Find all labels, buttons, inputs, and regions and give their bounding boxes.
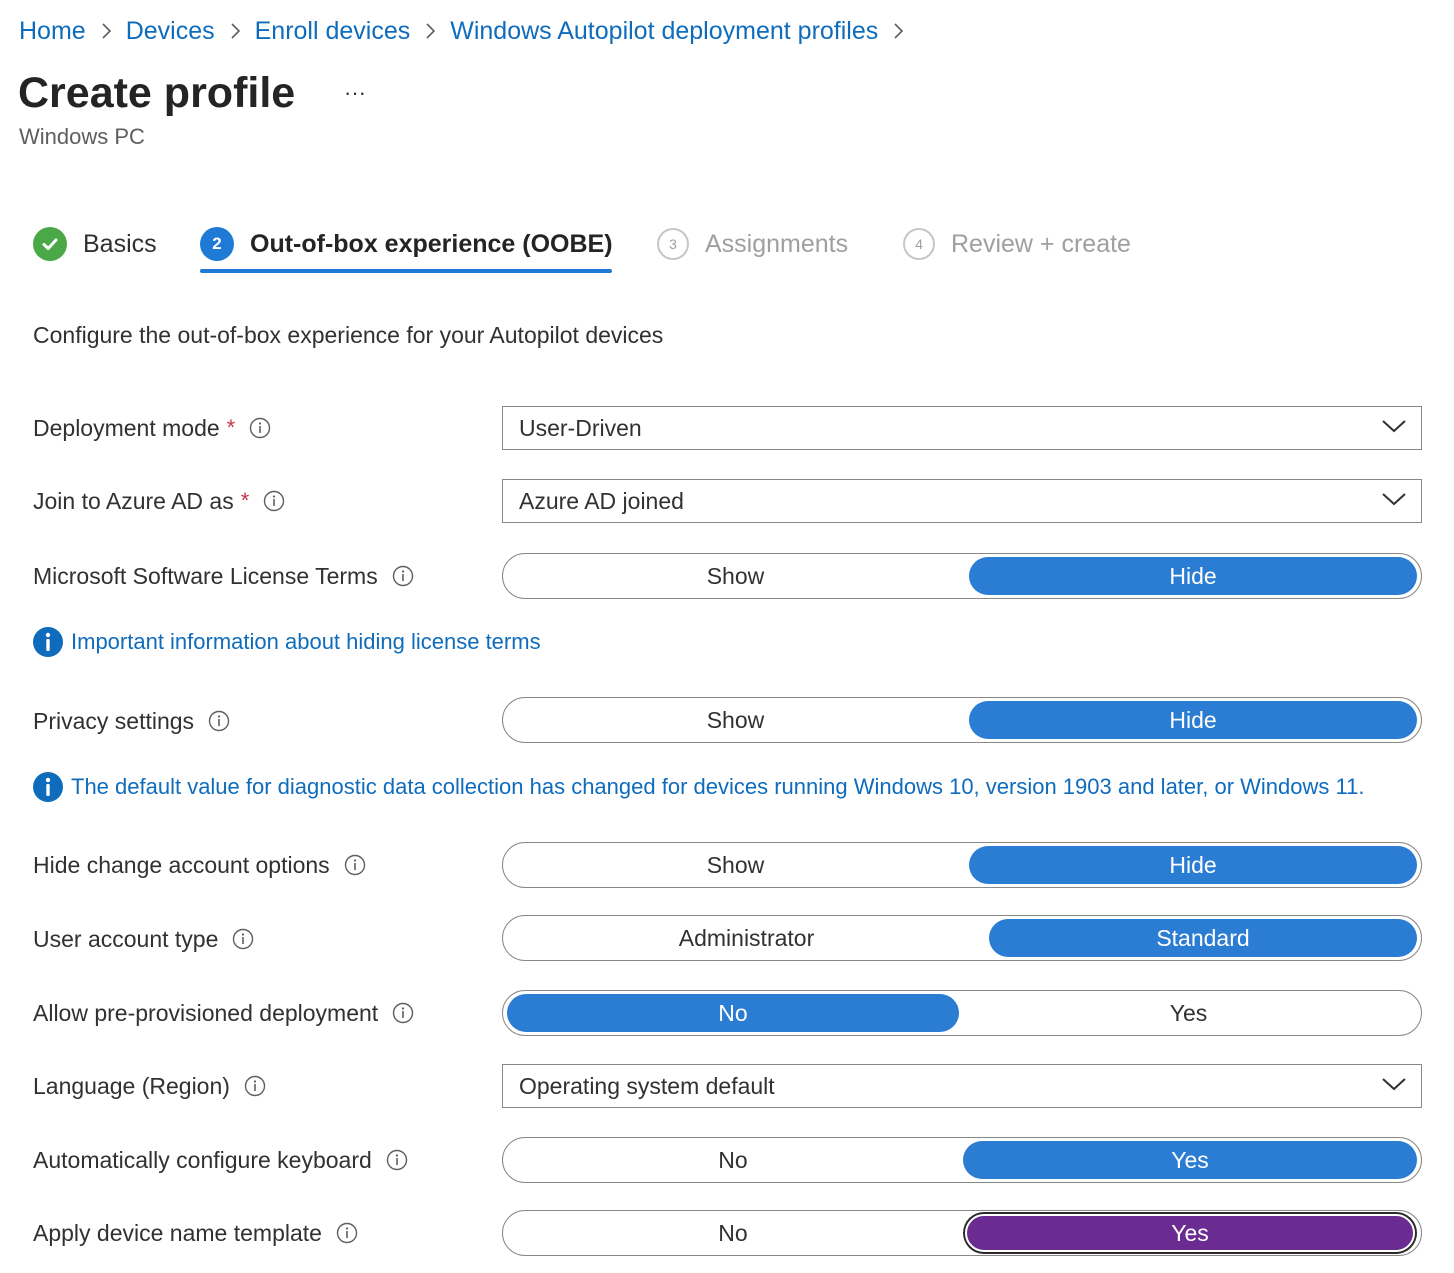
tab-label: Review + create — [951, 229, 1131, 258]
preprovisioned-toggle[interactable]: No Yes — [502, 990, 1422, 1036]
option-yes[interactable]: Yes — [961, 994, 1416, 1032]
label-text: Language (Region) — [33, 1072, 230, 1099]
breadcrumb-devices[interactable]: Devices — [126, 17, 215, 46]
configure-keyboard-toggle[interactable]: No Yes — [502, 1137, 1422, 1183]
preprovisioned-label: Allow pre-provisioned deployment — [33, 991, 414, 1035]
info-icon[interactable] — [386, 1149, 408, 1171]
tab-oobe[interactable]: 2 Out-of-box experience (OOBE) — [200, 216, 613, 272]
tab-basics[interactable]: Basics — [33, 216, 157, 272]
option-no[interactable]: No — [506, 1214, 960, 1252]
option-no-selected[interactable]: No — [507, 994, 959, 1032]
option-show[interactable]: Show — [506, 557, 965, 595]
dropdown-value: Operating system default — [519, 1072, 775, 1099]
info-filled-icon — [33, 772, 63, 802]
breadcrumb: Home Devices Enroll devices Windows Auto… — [19, 14, 918, 48]
info-icon[interactable] — [208, 710, 230, 732]
option-administrator[interactable]: Administrator — [506, 919, 987, 957]
privacy-settings-toggle[interactable]: Show Hide — [502, 697, 1422, 743]
deployment-mode-dropdown[interactable]: User-Driven — [502, 406, 1422, 450]
more-options-button[interactable]: ··· — [338, 76, 372, 110]
info-banner-text[interactable]: Important information about hiding licen… — [71, 629, 541, 655]
device-name-template-label: Apply device name template — [33, 1211, 358, 1255]
option-yes-selected[interactable]: Yes — [963, 1141, 1417, 1179]
breadcrumb-autopilot-profiles[interactable]: Windows Autopilot deployment profiles — [450, 17, 878, 46]
info-icon[interactable] — [244, 1075, 266, 1097]
tab-label: Assignments — [705, 229, 849, 258]
option-show[interactable]: Show — [506, 701, 965, 739]
join-azure-ad-label: Join to Azure AD as * — [33, 479, 285, 523]
option-hide-selected[interactable]: Hide — [969, 701, 1417, 739]
info-icon[interactable] — [232, 928, 254, 950]
configure-keyboard-label: Automatically configure keyboard — [33, 1138, 408, 1182]
check-circle-icon — [33, 227, 67, 261]
change-account-toggle[interactable]: Show Hide — [502, 842, 1422, 888]
chevron-down-icon — [1381, 1076, 1407, 1097]
required-asterisk: * — [240, 488, 250, 513]
privacy-info-banner: The default value for diagnostic data co… — [33, 771, 1364, 803]
label-text: Join to Azure AD as — [33, 487, 234, 514]
user-account-type-toggle[interactable]: Administrator Standard — [502, 915, 1422, 961]
label-text: Hide change account options — [33, 851, 330, 878]
option-show[interactable]: Show — [506, 846, 965, 884]
required-asterisk: * — [226, 415, 236, 440]
license-terms-toggle[interactable]: Show Hide — [502, 553, 1422, 599]
change-account-label: Hide change account options — [33, 843, 366, 887]
tab-label: Basics — [83, 229, 157, 258]
tab-review-create[interactable]: 4 Review + create — [903, 216, 1131, 272]
info-icon[interactable] — [336, 1222, 358, 1244]
label-text: Automatically configure keyboard — [33, 1146, 372, 1173]
user-account-type-label: User account type — [33, 917, 254, 961]
page-title: Create profile — [18, 69, 296, 117]
label-text: Microsoft Software License Terms — [33, 562, 378, 589]
privacy-settings-label: Privacy settings — [33, 699, 230, 743]
chevron-right-icon — [100, 22, 112, 40]
info-icon[interactable] — [263, 490, 285, 512]
license-terms-label: Microsoft Software License Terms — [33, 554, 414, 598]
label-text: Apply device name template — [33, 1219, 322, 1246]
option-no[interactable]: No — [506, 1141, 960, 1179]
tab-label: Out-of-box experience (OOBE) — [250, 229, 613, 258]
label-text: Deployment mode — [33, 414, 220, 441]
chevron-down-icon — [1381, 418, 1407, 439]
info-icon[interactable] — [392, 1002, 414, 1024]
info-filled-icon — [33, 627, 63, 657]
info-icon[interactable] — [344, 854, 366, 876]
label-text: User account type — [33, 925, 219, 952]
chevron-right-icon — [424, 22, 436, 40]
language-region-dropdown[interactable]: Operating system default — [502, 1064, 1422, 1108]
chevron-right-icon — [892, 22, 904, 40]
step-number-icon: 3 — [657, 228, 689, 260]
language-region-label: Language (Region) — [33, 1064, 266, 1108]
license-info-banner[interactable]: Important information about hiding licen… — [33, 626, 541, 658]
step-number-icon: 4 — [903, 228, 935, 260]
option-yes-selected-focused[interactable]: Yes — [965, 1214, 1415, 1252]
chevron-down-icon — [1381, 491, 1407, 512]
label-text: Privacy settings — [33, 707, 195, 734]
deployment-mode-label: Deployment mode * — [33, 406, 271, 450]
join-azure-ad-dropdown[interactable]: Azure AD joined — [502, 479, 1422, 523]
info-banner-text: The default value for diagnostic data co… — [71, 774, 1365, 799]
breadcrumb-home[interactable]: Home — [19, 17, 86, 46]
active-tab-indicator — [200, 269, 612, 273]
dropdown-value: User-Driven — [519, 414, 642, 441]
section-description: Configure the out-of-box experience for … — [33, 322, 664, 348]
breadcrumb-enroll-devices[interactable]: Enroll devices — [255, 17, 411, 46]
device-name-template-toggle[interactable]: No Yes — [502, 1210, 1422, 1256]
page-subtitle: Windows PC — [19, 124, 145, 149]
info-icon[interactable] — [249, 417, 271, 439]
option-hide-selected[interactable]: Hide — [969, 846, 1417, 884]
tab-assignments[interactable]: 3 Assignments — [657, 216, 848, 272]
chevron-right-icon — [229, 22, 241, 40]
option-hide-selected[interactable]: Hide — [969, 557, 1417, 595]
label-text: Allow pre-provisioned deployment — [33, 999, 379, 1026]
dropdown-value: Azure AD joined — [519, 487, 684, 514]
step-number-icon: 2 — [200, 227, 234, 261]
info-icon[interactable] — [392, 565, 414, 587]
option-standard-selected[interactable]: Standard — [989, 919, 1417, 957]
